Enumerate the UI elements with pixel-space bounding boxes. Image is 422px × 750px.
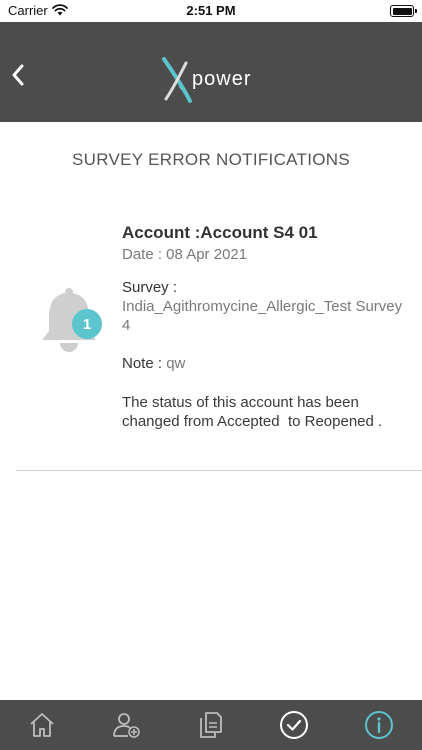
notification-item[interactable]: 1 Account :Account S4 01 Date : 08 Apr 2… bbox=[16, 205, 422, 471]
chevron-left-icon bbox=[12, 64, 24, 86]
battery-icon bbox=[390, 5, 417, 17]
tab-approvals[interactable] bbox=[277, 708, 311, 742]
logo-text: power bbox=[192, 68, 252, 90]
tab-info[interactable] bbox=[362, 708, 396, 742]
page-title: SURVEY ERROR NOTIFICATIONS bbox=[72, 150, 350, 169]
status-message: The status of this account has been chan… bbox=[122, 394, 383, 430]
tab-documents[interactable] bbox=[193, 708, 227, 742]
back-button[interactable] bbox=[6, 60, 30, 90]
survey-block: Survey : India_Agithromycine_Allergic_Te… bbox=[122, 278, 412, 335]
tab-add-user[interactable] bbox=[109, 708, 143, 742]
info-icon bbox=[365, 711, 393, 739]
header-bar: power bbox=[0, 22, 422, 122]
note-value: qw bbox=[166, 355, 186, 372]
survey-label: Survey : bbox=[122, 279, 178, 296]
status-bar: Carrier 2:51 PM bbox=[0, 0, 422, 22]
date-text: Date : 08 Apr 2021 bbox=[122, 246, 248, 263]
app-logo: power bbox=[160, 57, 270, 103]
note-label: Note : bbox=[122, 355, 163, 372]
survey-value: India_Agithromycine_Allergic_Test Survey… bbox=[122, 298, 403, 334]
account-value: Account S4 01 bbox=[200, 223, 318, 242]
add-user-icon bbox=[113, 713, 140, 738]
notification-content: Account :Account S4 01 Date : 08 Apr 202… bbox=[122, 223, 412, 431]
account-label: Account : bbox=[122, 223, 201, 242]
tab-home[interactable] bbox=[25, 708, 59, 742]
account-line: Account :Account S4 01 bbox=[122, 223, 412, 243]
home-icon bbox=[30, 713, 54, 737]
note-block: Note : qw bbox=[122, 354, 412, 373]
status-time: 2:51 PM bbox=[186, 3, 236, 18]
documents-icon bbox=[200, 712, 222, 738]
notification-badge: 1 bbox=[72, 309, 102, 339]
check-circle-icon bbox=[280, 711, 308, 739]
tab-bar bbox=[0, 700, 422, 750]
